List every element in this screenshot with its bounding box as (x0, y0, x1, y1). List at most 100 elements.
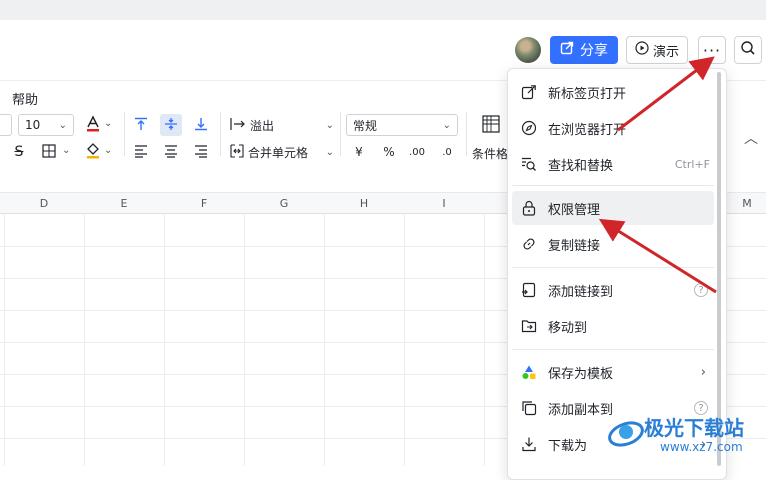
present-label: 演示 (652, 44, 679, 60)
search-button[interactable] (734, 36, 762, 64)
share-button[interactable]: 分享 (550, 36, 618, 64)
decrease-decimal-icon: .0 (442, 146, 452, 158)
column-header-i[interactable]: I (404, 192, 484, 214)
find-replace-icon (520, 155, 538, 173)
menu-item-label: 复制链接 (548, 238, 601, 254)
paint-bucket-icon (85, 142, 101, 163)
grid-line (484, 214, 485, 466)
fill-color-button[interactable] (82, 141, 104, 163)
align-middle-button[interactable] (160, 114, 182, 136)
overflow-icon (230, 117, 246, 134)
menu-help[interactable]: 帮助 (12, 89, 38, 108)
menu-divider (512, 185, 714, 186)
column-header-e[interactable]: E (84, 192, 164, 214)
merge-cells-button[interactable]: 合并单元格 ⌄ (230, 141, 334, 163)
menu-item-label: 权限管理 (548, 202, 601, 218)
play-icon (635, 41, 649, 59)
menu-item-label: 查找和替换 (548, 158, 614, 174)
table-grid-icon (482, 114, 500, 136)
align-bottom-button[interactable] (190, 114, 212, 136)
menu-item-label: 移动到 (548, 320, 588, 336)
watermark-url: www.xz7.com (660, 440, 743, 454)
align-right-icon (194, 144, 208, 161)
add-link-icon (520, 281, 538, 299)
toolbar-divider (124, 112, 125, 156)
decrease-decimal-button[interactable]: .0 (436, 141, 458, 163)
grid-line (404, 214, 405, 466)
chevron-down-icon: ⌄ (325, 119, 334, 131)
percent-button[interactable]: % (378, 141, 400, 163)
help-icon[interactable]: ? (694, 283, 708, 297)
align-left-button[interactable] (130, 141, 152, 163)
grid-line (244, 214, 245, 466)
present-button[interactable]: 演示 (626, 36, 688, 64)
toolbar-divider (466, 112, 467, 156)
grid-line (4, 214, 5, 466)
menu-divider (512, 267, 714, 268)
grid-line (84, 214, 85, 466)
window-top-strip (0, 0, 766, 20)
column-header-f[interactable]: F (164, 192, 244, 214)
user-avatar[interactable] (515, 37, 541, 63)
align-left-icon (134, 144, 148, 161)
search-icon (740, 40, 756, 60)
strikethrough-button[interactable]: S (8, 141, 30, 163)
align-top-button[interactable] (130, 114, 152, 136)
more-icon: ··· (702, 40, 722, 60)
shortcut-label: Ctrl+F (674, 157, 710, 171)
align-center-icon (164, 144, 178, 161)
border-icon (42, 143, 56, 161)
column-header-g[interactable]: G (244, 192, 324, 214)
lock-icon (520, 199, 538, 217)
partial-select[interactable] (0, 114, 12, 136)
menu-item-permissions[interactable]: 权限管理 (512, 191, 714, 225)
menu-item-move-to[interactable]: 移动到 (512, 309, 714, 343)
menu-item-find-replace[interactable]: 查找和替换 Ctrl+F (512, 147, 714, 181)
link-icon (520, 235, 538, 253)
menu-item-open-in-browser[interactable]: 在浏览器打开 (512, 111, 714, 145)
align-right-button[interactable] (190, 141, 212, 163)
grid-line (324, 214, 325, 466)
more-button[interactable]: ··· (698, 36, 726, 64)
align-center-button[interactable] (160, 141, 182, 163)
menu-item-add-link-to[interactable]: 添加链接到 ? (512, 273, 714, 307)
collapse-toolbar-icon[interactable]: ︿ (744, 128, 758, 148)
chevron-right-icon: › (700, 364, 706, 380)
align-top-icon (134, 117, 148, 134)
share-label: 分享 (580, 43, 608, 59)
column-header-m[interactable]: M (728, 192, 766, 214)
chevron-down-icon[interactable]: ⌄ (104, 118, 112, 129)
download-icon (520, 435, 538, 453)
number-format-select[interactable]: 常规 ⌄ (346, 114, 458, 136)
menu-item-label: 在浏览器打开 (548, 122, 627, 138)
menu-item-save-as-template[interactable]: 保存为模板 › (512, 355, 714, 389)
menu-divider (512, 349, 714, 350)
currency-icon: ¥ (355, 145, 363, 159)
table-style-button[interactable] (480, 114, 502, 136)
menu-item-label: 新标签页打开 (548, 86, 627, 102)
percent-icon: % (383, 145, 395, 159)
font-color-button[interactable] (82, 114, 104, 136)
conditional-format-label: 条件格 (472, 147, 509, 161)
menu-item-label: 添加副本到 (548, 402, 614, 418)
column-header-h[interactable]: H (324, 192, 404, 214)
increase-decimal-button[interactable]: .00 (406, 141, 428, 163)
chevron-down-icon: ⌄ (58, 119, 67, 131)
menu-item-copy-link[interactable]: 复制链接 (512, 227, 714, 261)
border-button[interactable] (38, 141, 60, 163)
chevron-down-icon: ⌄ (325, 146, 334, 158)
overflow-button[interactable]: 溢出 ⌄ (230, 114, 334, 136)
increase-decimal-icon: .00 (409, 146, 425, 158)
chevron-down-icon[interactable]: ⌄ (104, 145, 112, 156)
toolbar-divider (220, 112, 221, 156)
column-header-d[interactable]: D (4, 192, 84, 214)
chevron-down-icon[interactable]: ⌄ (62, 145, 70, 156)
menu-item-label: 保存为模板 (548, 366, 614, 382)
align-bottom-icon (194, 117, 208, 134)
font-size-select[interactable]: 10 ⌄ (18, 114, 74, 136)
conditional-format-button[interactable]: 条件格 (472, 145, 508, 162)
menu-item-open-new-tab[interactable]: 新标签页打开 (512, 75, 714, 109)
currency-button[interactable]: ¥ (348, 141, 370, 163)
open-new-tab-icon (520, 83, 538, 101)
overflow-label: 溢出 (250, 118, 275, 133)
